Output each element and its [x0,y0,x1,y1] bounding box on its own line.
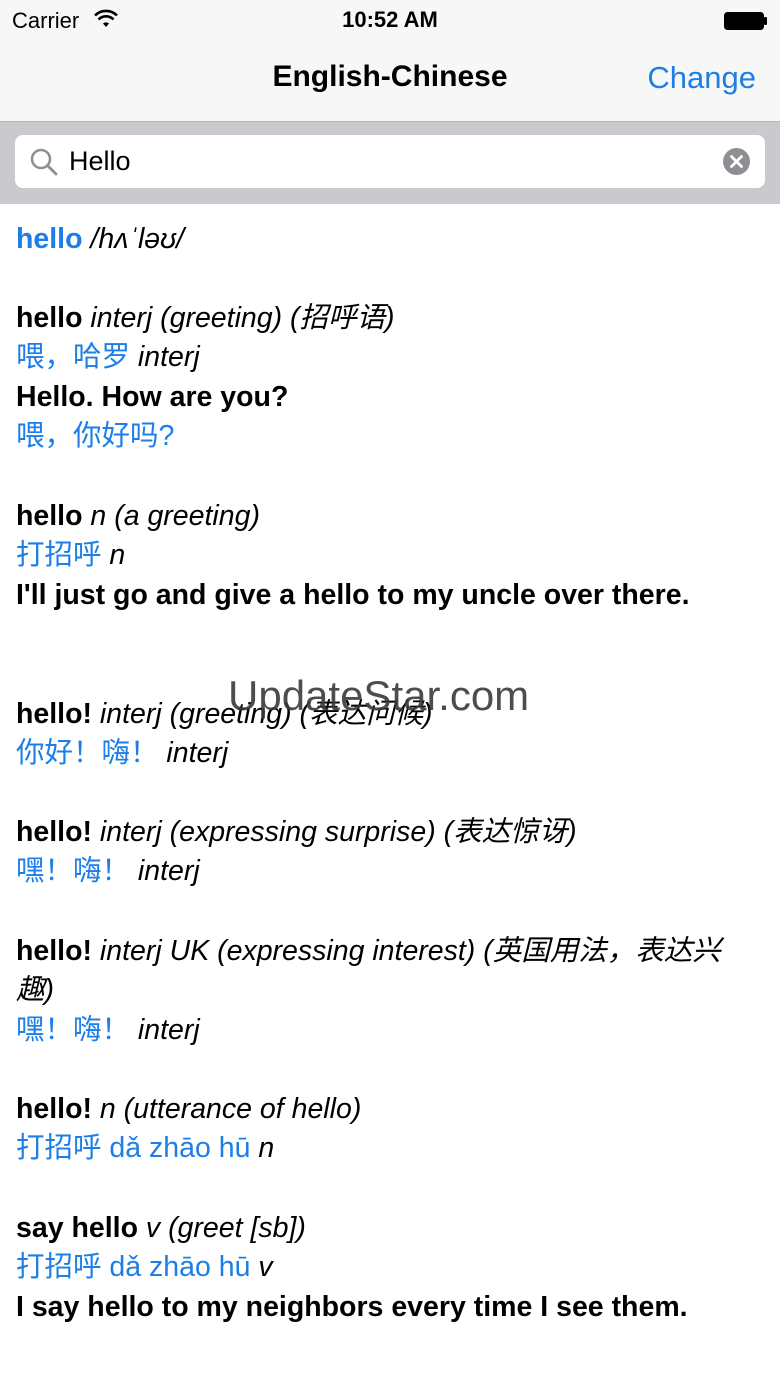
status-bar: Carrier 10:52 AM [0,0,780,40]
example-sentence: Hello. How are you? [16,381,289,413]
search-icon [29,147,59,177]
change-button[interactable]: Change [647,60,756,96]
translation: 你好！嗨！ [16,737,159,769]
example-sentence: I say hello to my neighbors every time I… [16,1291,688,1323]
translation: 喂，哈罗 [16,341,131,373]
clock: 10:52 AM [342,7,438,32]
headword: hello! [16,935,92,967]
translation-line: 你好！嗨！ interj [16,733,228,773]
example-sentence: I'll just go and give a hello to my uncl… [16,579,690,611]
headword: say hello [16,1212,138,1244]
pronunciation: /hʌˈləʊ/ [82,223,185,255]
part-of-speech: interj [130,341,200,373]
headword: hello! [16,698,92,730]
headword: hello [16,500,83,532]
translation-line: 嘿！嗨！ interj [16,1010,200,1050]
grammar-note-continued: 趣) [16,974,54,1006]
clear-icon[interactable] [723,148,750,175]
entry-headword-line: hello interj (greeting) (招呼语) [16,298,395,338]
entry-headword-line: hello! interj (expressing surprise) (表达惊… [16,812,577,852]
part-of-speech: interj [130,1014,200,1046]
translation: 打招呼 dǎ zhāo hū [16,1251,251,1283]
translation-line: 打招呼 dǎ zhāo hū v [16,1247,273,1287]
part-of-speech: n [101,539,126,571]
translation: 打招呼 dǎ zhāo hū [16,1132,251,1164]
entry-headword-line: say hello v (greet [sb]) [16,1208,306,1248]
translation: 嘿！嗨！ [16,855,131,887]
translation: 打招呼 [16,539,102,571]
navigation-bar: English-Chinese Change [0,40,780,122]
example-translation: 喂，你好吗? [16,420,175,452]
grammar-note: n (a greeting) [82,500,260,532]
part-of-speech: v [250,1251,273,1283]
headword: hello [16,302,83,334]
grammar-note: interj (expressing surprise) (表达惊讶) [92,816,577,848]
entry-headword-line[interactable]: hello /hʌˈləʊ/ [16,219,184,259]
grammar-note: interj (greeting) (表达问候) [92,698,433,730]
grammar-note: interj UK (expressing interest) (英国用法，表达… [92,935,721,967]
battery-icon [724,10,768,30]
search-bar [0,122,780,204]
translation-line: 打招呼 dǎ zhāo hū n [16,1128,274,1168]
search-field[interactable] [15,135,765,188]
entry-headword-line: hello n (a greeting) [16,496,260,536]
translation-line: 喂，哈罗 interj [16,337,200,377]
headword: hello! [16,1093,92,1125]
entry-headword-line: hello! interj UK (expressing interest) (… [16,931,721,971]
translation-line: 嘿！嗨！ interj [16,851,200,891]
part-of-speech: interj [130,855,200,887]
grammar-note: v (greet [sb]) [137,1212,306,1244]
search-input[interactable] [69,143,709,179]
grammar-note: interj (greeting) (招呼语) [82,302,395,334]
headword: hello! [16,816,92,848]
part-of-speech: n [250,1132,275,1164]
headword[interactable]: hello [16,223,83,255]
part-of-speech: interj [158,737,229,769]
entry-headword-line: hello! interj (greeting) (表达问候) [16,694,432,734]
translation-line: 打招呼 n [16,535,125,575]
translation: 嘿！嗨！ [16,1014,131,1046]
entry-headword-line: hello! n (utterance of hello) [16,1089,361,1129]
grammar-note: n (utterance of hello) [92,1093,362,1125]
